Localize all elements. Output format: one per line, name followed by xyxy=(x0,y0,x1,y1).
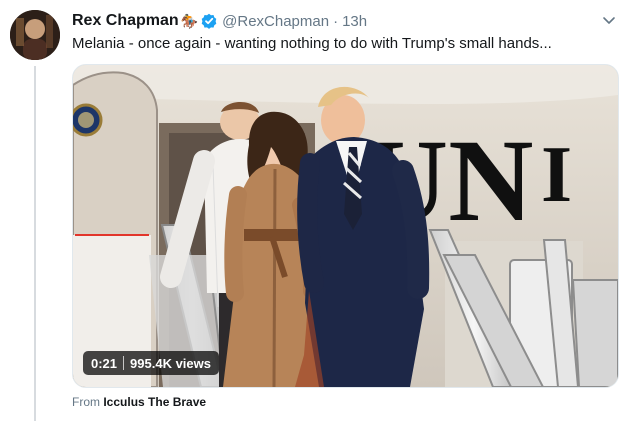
tweet-timestamp[interactable]: 13h xyxy=(342,13,367,30)
avatar-image xyxy=(10,10,60,60)
video-thumbnail[interactable]: UN I 0:21 995.4K views xyxy=(72,64,619,388)
horse-racing-emoji: 🏇 xyxy=(180,13,199,29)
video-frame-image: UN I xyxy=(73,65,618,387)
tweet-header: Rex Chapman 🏇 @RexChapman · 13h xyxy=(72,10,367,32)
video-duration-views: 0:21 995.4K views xyxy=(83,351,219,375)
avatar[interactable] xyxy=(10,10,60,60)
chevron-down-icon[interactable] xyxy=(601,12,617,28)
tweet-text: Melania - once again - wanting nothing t… xyxy=(72,35,552,52)
author-name[interactable]: Rex Chapman xyxy=(72,12,179,30)
video-meta-separator xyxy=(123,356,125,370)
tweet-card[interactable]: Rex Chapman 🏇 @RexChapman · 13h Melania … xyxy=(0,0,633,421)
source-account-link[interactable]: Icculus The Brave xyxy=(103,395,206,409)
video-views: 995.4K views xyxy=(130,355,211,371)
aircraft-lettering-edge: I xyxy=(541,131,572,219)
video-duration: 0:21 xyxy=(91,355,118,371)
thread-line xyxy=(34,66,36,421)
meta-separator: · xyxy=(333,12,339,30)
media-source: From Icculus The Brave xyxy=(72,395,206,409)
author-handle[interactable]: @RexChapman xyxy=(222,13,329,30)
source-prefix: From xyxy=(72,395,100,409)
verified-badge-icon xyxy=(201,13,217,29)
